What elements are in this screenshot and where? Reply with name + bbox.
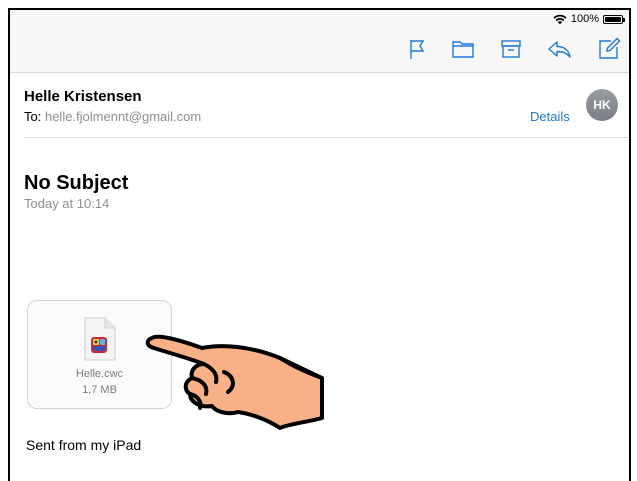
recipient-line: To: helle.fjolmennt@gmail.com (24, 109, 201, 124)
mail-toolbar (10, 28, 629, 73)
details-link[interactable]: Details (530, 109, 570, 124)
message-date: Today at 10:14 (24, 196, 110, 211)
battery-percentage: 100% (570, 13, 599, 25)
reply-icon[interactable] (546, 36, 572, 62)
file-icon (84, 317, 116, 361)
status-indicators: 100% (553, 12, 625, 26)
to-label: To: (24, 109, 42, 124)
message-subject: No Subject (24, 172, 129, 194)
avatar[interactable]: HK (586, 89, 618, 121)
message-body: Sent from my iPad (26, 437, 142, 453)
frame-right-border (629, 8, 631, 481)
folder-icon[interactable] (450, 36, 476, 62)
recipient-address[interactable]: helle.fjolmennt@gmail.com (45, 109, 201, 124)
archive-icon[interactable] (498, 36, 524, 62)
flag-icon[interactable] (404, 36, 430, 62)
wifi-icon (553, 14, 567, 24)
header-divider (24, 137, 629, 138)
message-header: Helle Kristensen To: helle.fjolmennt@gma… (10, 74, 629, 138)
status-bar: 100% (10, 10, 629, 28)
mail-screen: 100% Helle Kristensen To: helle.fjolmenn… (0, 0, 637, 481)
compose-icon[interactable] (596, 36, 622, 62)
sender-name[interactable]: Helle Kristensen (24, 88, 142, 105)
pointing-hand-icon (145, 334, 324, 430)
battery-icon (603, 14, 625, 24)
